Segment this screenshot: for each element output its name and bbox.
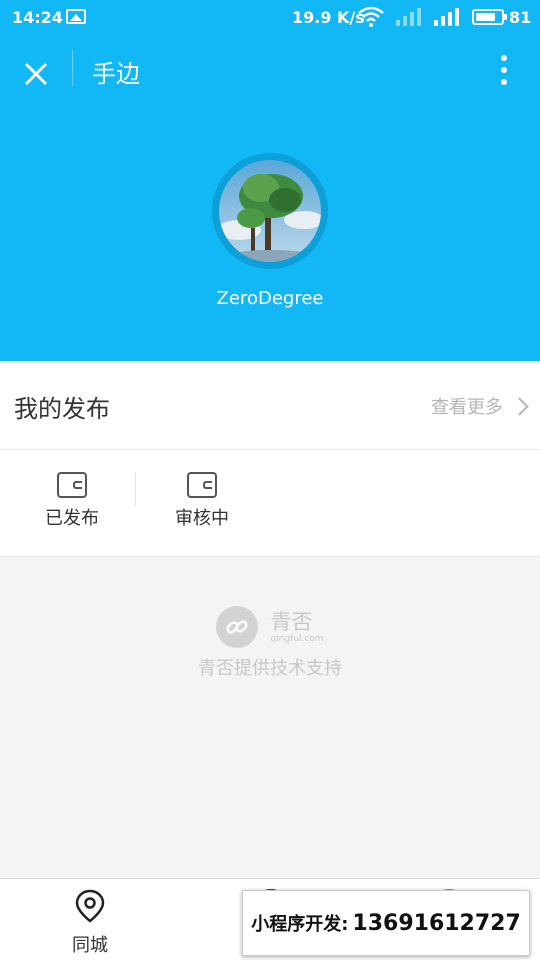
my-posts-title: 我的发布 — [14, 395, 110, 423]
avatar-tree-image — [219, 160, 321, 262]
tab-published[interactable]: 已发布 — [7, 472, 137, 530]
tab-published-label: 已发布 — [45, 508, 99, 529]
status-bar: 14:24 19.9 K/s 81 — [0, 0, 540, 36]
page-title: 手边 — [92, 60, 140, 88]
my-posts-header: 我的发布 查看更多 — [0, 361, 540, 450]
brand-name: 青否 — [270, 610, 313, 634]
close-icon[interactable] — [18, 56, 54, 92]
see-more-link[interactable]: 查看更多 — [431, 393, 529, 419]
username: ZeroDegree — [216, 288, 324, 309]
location-pin-icon — [75, 889, 105, 923]
avatar[interactable] — [212, 153, 328, 269]
signal-icon — [434, 8, 459, 26]
post-status-tabs: 已发布 审核中 — [0, 450, 540, 557]
chevron-right-icon — [510, 396, 529, 416]
status-time: 14:24 — [12, 8, 63, 27]
brand-footer: 青否 qingful.com 青否提供技术支持 — [0, 606, 540, 680]
profile-header: 手边 ZeroDegree — [0, 36, 540, 361]
wallet-icon — [57, 472, 87, 498]
tab-under-review-label: 审核中 — [175, 508, 229, 529]
nav-item-local-label: 同城 — [72, 935, 108, 956]
wifi-icon — [358, 6, 384, 27]
link-icon — [216, 606, 259, 648]
header-divider — [72, 50, 73, 86]
battery-level: 81 — [509, 8, 532, 27]
signal-4g-icon — [396, 8, 421, 26]
image-notification-icon — [66, 9, 86, 24]
promo-label: 小程序开发: — [251, 914, 349, 935]
battery-icon — [472, 9, 507, 25]
promo-overlay: 小程序开发: 13691612727 — [242, 890, 530, 956]
see-more-label: 查看更多 — [431, 397, 503, 418]
brand-domain: qingful.com — [270, 634, 324, 644]
brand-support-text: 青否提供技术支持 — [198, 658, 342, 679]
more-options-icon[interactable] — [494, 52, 514, 88]
network-speed: 19.9 K/s — [292, 8, 365, 27]
tab-divider — [135, 472, 136, 506]
tab-under-review[interactable]: 审核中 — [137, 472, 267, 530]
wallet-icon — [187, 472, 217, 498]
promo-phone: 13691612727 — [352, 910, 521, 936]
nav-item-local[interactable]: 同城 — [50, 889, 130, 957]
